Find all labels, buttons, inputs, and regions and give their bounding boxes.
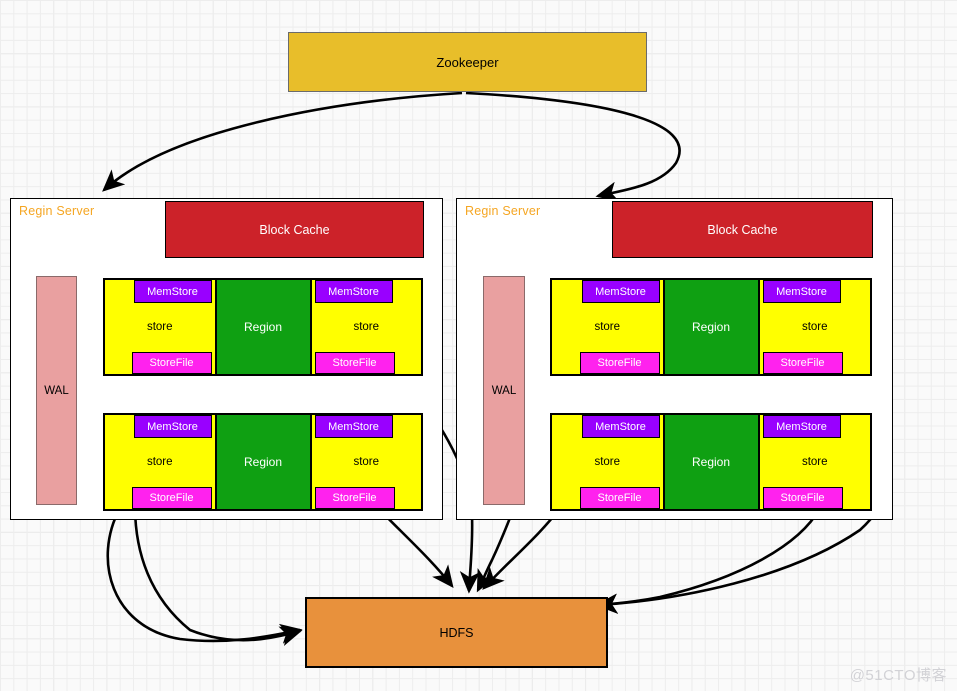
storefile-label: StoreFile: [597, 492, 642, 504]
block-cache-label: Block Cache: [707, 222, 778, 237]
region-server-1-region-2[interactable]: Region: [214, 415, 312, 509]
region-server-2-region-1-store-1[interactable]: MemStore store StoreFile: [552, 280, 663, 374]
region-label: Region: [243, 455, 283, 469]
region-server-1-region-2-store-1[interactable]: MemStore store StoreFile: [105, 415, 215, 509]
memstore-box[interactable]: MemStore: [314, 415, 393, 438]
store-label: store: [594, 456, 621, 468]
region-server-2-block-cache[interactable]: Block Cache: [612, 201, 873, 258]
watermark: @51CTO博客: [849, 667, 947, 684]
store-label: store: [801, 321, 828, 333]
region-server-2-region-2[interactable]: Region: [662, 415, 760, 509]
storefile-box[interactable]: StoreFile: [131, 352, 212, 374]
memstore-label: MemStore: [328, 420, 379, 433]
region-label: Region: [691, 320, 731, 334]
region-server-2-region-1[interactable]: Region: [662, 280, 760, 374]
hdfs-label: HDFS: [439, 625, 474, 640]
region-label: Region: [691, 455, 731, 469]
store-label: store: [353, 456, 380, 468]
edge-zookeeper-to-rs-right: [465, 91, 681, 202]
memstore-label: MemStore: [776, 285, 827, 298]
region-server-2-wal[interactable]: WAL: [483, 276, 525, 505]
storefile-label: StoreFile: [149, 357, 194, 369]
store-label: store: [146, 456, 173, 468]
zookeeper-node[interactable]: Zookeeper: [288, 32, 647, 92]
edge-rs2-storefile-d-to-hdfs: [595, 507, 822, 614]
region-server-2-label: Regin Server: [465, 204, 541, 218]
diagram-canvas: Zookeeper Regin Server Block Cache WAL M…: [0, 0, 957, 691]
storefile-label: StoreFile: [780, 357, 825, 369]
memstore-box[interactable]: MemStore: [581, 280, 660, 303]
region-server-1-region-1[interactable]: Region: [214, 280, 312, 374]
storefile-label: StoreFile: [149, 492, 194, 504]
region-server-2-region-row-1[interactable]: MemStore store StoreFile Region MemStore…: [550, 278, 872, 376]
storefile-box[interactable]: StoreFile: [314, 352, 395, 374]
region-server-1-block-cache[interactable]: Block Cache: [165, 201, 424, 258]
memstore-box[interactable]: MemStore: [762, 415, 841, 438]
storefile-label: StoreFile: [332, 357, 377, 369]
block-cache-label: Block Cache: [259, 222, 330, 237]
region-server-1-region-1-store-1[interactable]: MemStore store StoreFile: [105, 280, 215, 374]
edge-rs2-storefile-b-to-hdfs: [482, 507, 562, 590]
store-label: store: [594, 321, 621, 333]
memstore-box[interactable]: MemStore: [581, 415, 660, 438]
zookeeper-label: Zookeeper: [436, 54, 499, 70]
memstore-label: MemStore: [595, 285, 646, 298]
storefile-label: StoreFile: [780, 492, 825, 504]
store-label: store: [801, 456, 828, 468]
memstore-label: MemStore: [147, 420, 198, 433]
memstore-label: MemStore: [328, 285, 379, 298]
region-server-2-region-2-store-2[interactable]: MemStore store StoreFile: [759, 415, 870, 509]
region-server-1-region-1-store-2[interactable]: MemStore store StoreFile: [311, 280, 421, 374]
storefile-box[interactable]: StoreFile: [579, 487, 660, 509]
region-label: Region: [243, 320, 283, 334]
storefile-box[interactable]: StoreFile: [131, 487, 212, 509]
region-server-2-region-row-2[interactable]: MemStore store StoreFile Region MemStore…: [550, 413, 872, 511]
store-label: store: [353, 321, 380, 333]
memstore-box[interactable]: MemStore: [762, 280, 841, 303]
edge-zookeeper-to-rs-left: [102, 91, 463, 192]
memstore-label: MemStore: [776, 420, 827, 433]
storefile-box[interactable]: StoreFile: [314, 487, 395, 509]
store-label: store: [146, 321, 173, 333]
region-server-2-region-1-store-2[interactable]: MemStore store StoreFile: [759, 280, 870, 374]
wal-label: WAL: [491, 384, 517, 397]
region-server-1-region-row-2[interactable]: MemStore store StoreFile Region MemStore…: [103, 413, 423, 511]
edge-rs1-storefile-a-to-hdfs: [106, 507, 303, 644]
storefile-box[interactable]: StoreFile: [762, 487, 843, 509]
region-server-1-region-row-1[interactable]: MemStore store StoreFile Region MemStore…: [103, 278, 423, 376]
region-server-1-label: Regin Server: [19, 204, 95, 218]
storefile-box[interactable]: StoreFile: [579, 352, 660, 374]
memstore-label: MemStore: [147, 285, 198, 298]
memstore-label: MemStore: [595, 420, 646, 433]
region-server-1-region-2-store-2[interactable]: MemStore store StoreFile: [311, 415, 421, 509]
storefile-label: StoreFile: [597, 357, 642, 369]
region-server-2-region-2-store-1[interactable]: MemStore store StoreFile: [552, 415, 663, 509]
storefile-box[interactable]: StoreFile: [762, 352, 843, 374]
memstore-box[interactable]: MemStore: [133, 280, 212, 303]
region-server-1-wal[interactable]: WAL: [36, 276, 77, 505]
memstore-box[interactable]: MemStore: [314, 280, 393, 303]
storefile-label: StoreFile: [332, 492, 377, 504]
wal-label: WAL: [44, 384, 69, 397]
memstore-box[interactable]: MemStore: [133, 415, 212, 438]
hdfs-node[interactable]: HDFS: [305, 597, 608, 668]
